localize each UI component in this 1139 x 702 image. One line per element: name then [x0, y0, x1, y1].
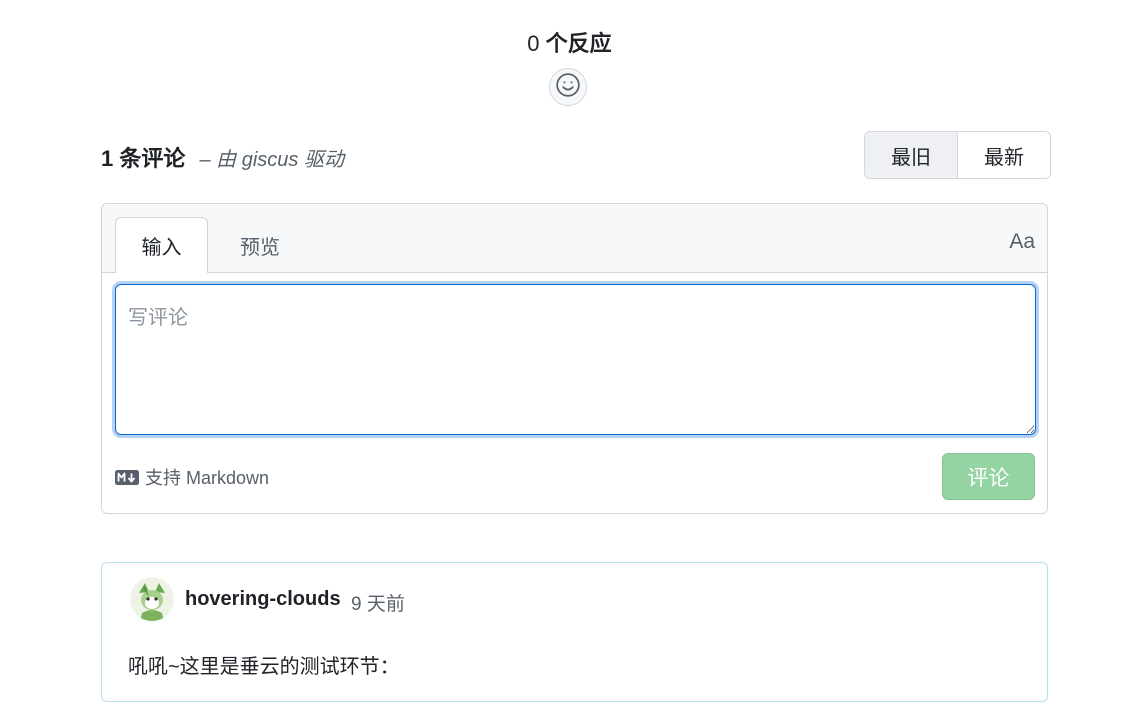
sort-oldest-button[interactable]: 最旧 — [865, 132, 958, 178]
comment-author[interactable]: hovering-clouds — [185, 588, 341, 611]
editor-tab-bar: 输入 预览 Aa — [102, 204, 1047, 273]
tab-preview[interactable]: 预览 — [222, 217, 298, 273]
add-reaction-button[interactable] — [549, 68, 587, 106]
comment-editor: 输入 预览 Aa 支持 Markdown 评论 — [101, 203, 1048, 514]
comment-card: hovering-clouds 9 天前 吼吼~这里是垂云的测试环节： — [101, 562, 1048, 702]
text-format-toggle[interactable]: Aa — [1009, 230, 1035, 254]
reactions-heading: 0 个反应 — [0, 26, 1139, 58]
submit-comment-button[interactable]: 评论 — [942, 453, 1035, 500]
comment-timestamp[interactable]: 9 天前 — [351, 589, 405, 616]
comments-heading: 1 条评论 – 由 giscus 驱动 — [101, 141, 344, 173]
tab-write[interactable]: 输入 — [115, 217, 208, 273]
comment-textarea[interactable] — [115, 284, 1036, 435]
markdown-support-link[interactable]: 支持 Markdown — [115, 464, 269, 490]
reactions-count: 0 — [527, 31, 540, 56]
sort-toggle: 最旧 最新 — [864, 131, 1051, 179]
avatar[interactable] — [130, 577, 174, 621]
powered-by-giscus: – 由 giscus 驱动 — [199, 149, 344, 171]
reactions-label: 个反应 — [545, 31, 612, 56]
smiley-icon — [555, 72, 581, 103]
markdown-hint-label: 支持 Markdown — [145, 468, 270, 488]
comment-count: 1 条评论 — [101, 146, 186, 171]
sort-newest-button[interactable]: 最新 — [958, 132, 1050, 178]
markdown-icon — [115, 469, 139, 485]
comment-body: 吼吼~这里是垂云的测试环节： — [128, 656, 400, 678]
